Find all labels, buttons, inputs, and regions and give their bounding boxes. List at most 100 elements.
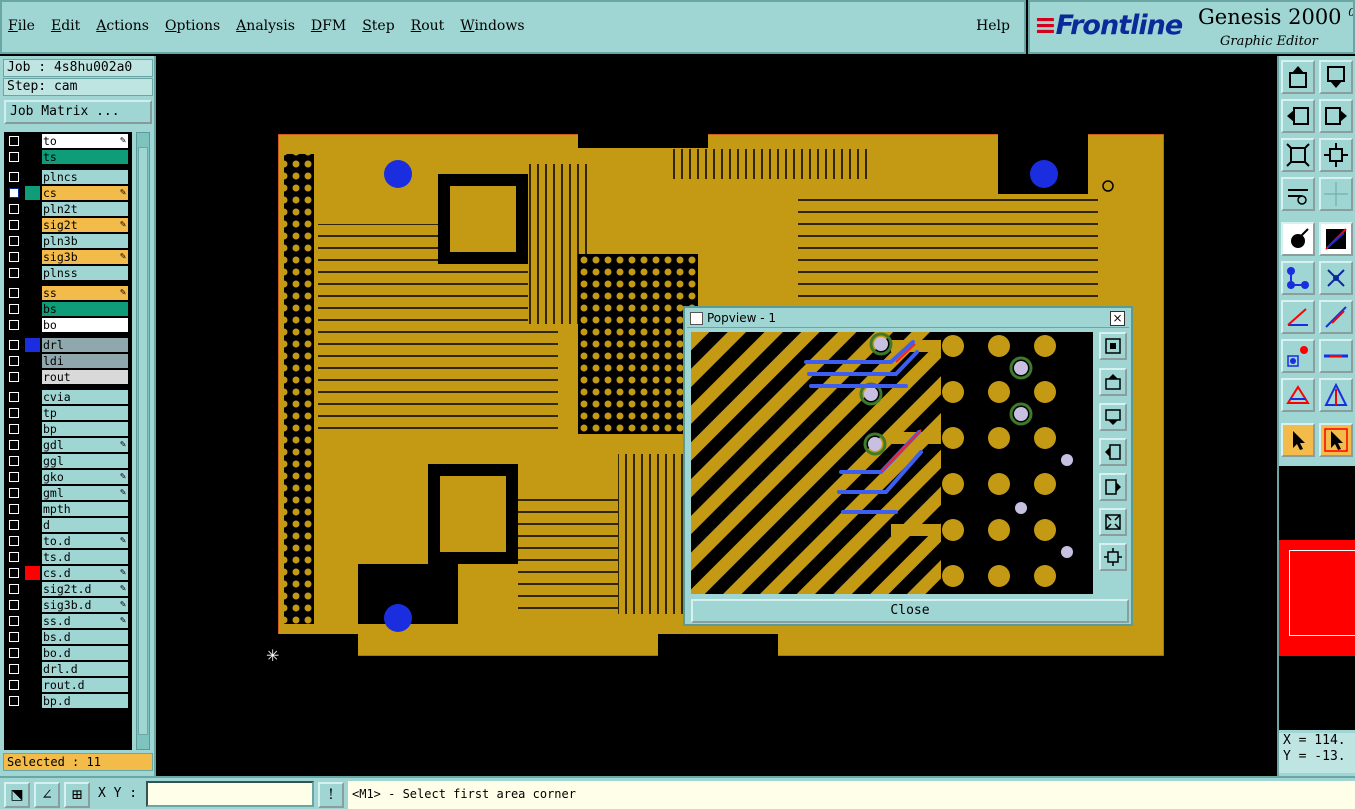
layer-row-to[interactable]: to ✎ [6,134,128,148]
layer-checkbox[interactable] [9,304,19,314]
popview-pan-up-button[interactable] [1099,368,1127,396]
popview-titlebar[interactable]: Popview - 1 × [687,310,1129,328]
layer-checkbox[interactable] [9,664,19,674]
layer-row-bo.d[interactable]: bo.d [6,646,128,660]
layer-checkbox[interactable] [9,288,19,298]
menu-help[interactable]: Help [976,18,1010,34]
layer-row-mpth[interactable]: mpth [6,502,128,516]
arrow-measure-icon[interactable] [1319,378,1353,412]
menu-options[interactable]: Options [165,18,220,34]
layer-row-sig2t[interactable]: sig2t ✎ [6,218,128,232]
menu-step[interactable]: Step [362,18,394,34]
layer-checkbox[interactable] [9,616,19,626]
horizontal-measure-icon[interactable] [1319,339,1353,373]
layer-checkbox[interactable] [9,424,19,434]
layer-row-sig2t.d[interactable]: sig2t.d ✎ [6,582,128,596]
net-connect-icon[interactable] [1281,261,1315,295]
snap-mode-icon[interactable]: ⬔ [4,782,30,808]
grid-icon[interactable] [1319,177,1353,211]
layer-row-cs[interactable]: cs ✎ [6,186,128,200]
select-pointer-alt-icon[interactable] [1319,423,1353,457]
layer-list-scrollbar[interactable] [136,132,150,750]
layer-row-bp[interactable]: bp [6,422,128,436]
mini-overview[interactable] [1279,466,1355,730]
layer-row-drl[interactable]: drl [6,338,128,352]
menu-rout[interactable]: Rout [411,18,445,34]
layer-checkbox[interactable] [9,268,19,278]
popview-zoom-out-button[interactable] [1099,543,1127,571]
layer-checkbox[interactable] [9,536,19,546]
cross-delete-icon[interactable] [1319,261,1353,295]
zoom-center-icon[interactable] [1319,138,1353,172]
layer-checkbox[interactable] [9,568,19,578]
layer-checkbox[interactable] [9,488,19,498]
layer-row-tp[interactable]: tp [6,406,128,420]
popview-pan-down-button[interactable] [1099,403,1127,431]
snap-settings-icon[interactable] [1281,177,1315,211]
layer-checkbox[interactable] [9,252,19,262]
layer-checkbox[interactable] [9,408,19,418]
layer-row-to.d[interactable]: to.d ✎ [6,534,128,548]
layer-row-drl.d[interactable]: drl.d [6,662,128,676]
layer-checkbox[interactable] [9,372,19,382]
layer-row-plncs[interactable]: plncs [6,170,128,184]
highlight-mode-icon[interactable] [1319,222,1353,256]
layer-checkbox[interactable] [9,552,19,562]
alert-icon[interactable]: ! [318,782,344,808]
layer-row-plnss[interactable]: plnss [6,266,128,280]
popview-pan-left-button[interactable] [1099,438,1127,466]
layer-row-gml[interactable]: gml ✎ [6,486,128,500]
layer-checkbox[interactable] [9,600,19,610]
layer-row-d[interactable]: d [6,518,128,532]
layer-row-ss[interactable]: ss ✎ [6,286,128,300]
scrollbar-thumb[interactable] [138,147,148,735]
layer-checkbox[interactable] [9,456,19,466]
pan-down-icon[interactable] [1319,60,1353,94]
layer-row-bs.d[interactable]: bs.d [6,630,128,644]
layer-row-gko[interactable]: gko ✎ [6,470,128,484]
pan-up-icon[interactable] [1281,60,1315,94]
layer-checkbox[interactable] [9,220,19,230]
layer-checkbox[interactable] [9,504,19,514]
layer-row-ggl[interactable]: ggl [6,454,128,468]
layer-row-cvia[interactable]: cvia [6,390,128,404]
layer-row-gdl[interactable]: gdl ✎ [6,438,128,452]
menu-file[interactable]: File [8,18,35,34]
layer-checkbox[interactable] [9,152,19,162]
popview-zoom-in-button[interactable] [1099,508,1127,536]
job-matrix-button[interactable]: Job Matrix ... [4,100,152,124]
xy-input[interactable] [146,781,314,807]
layer-row-pln3b[interactable]: pln3b [6,234,128,248]
menu-actions[interactable]: Actions [96,18,149,34]
layer-checkbox[interactable] [9,340,19,350]
zoom-fit-icon[interactable] [1281,138,1315,172]
popview-pan-right-button[interactable] [1099,473,1127,501]
layer-row-ts[interactable]: ts [6,150,128,164]
popview-close-button[interactable]: Close [691,599,1129,623]
window-menu-icon[interactable] [690,312,703,325]
layer-checkbox[interactable] [9,172,19,182]
measure-line-icon[interactable] [1319,300,1353,334]
layer-checkbox[interactable] [9,680,19,690]
select-pointer-icon[interactable] [1281,423,1315,457]
layer-row-ts.d[interactable]: ts.d [6,550,128,564]
layer-checkbox[interactable] [9,472,19,482]
layer-checkbox[interactable] [9,696,19,706]
layer-checkbox[interactable] [9,648,19,658]
layer-checkbox[interactable] [9,584,19,594]
layer-row-sig3b[interactable]: sig3b ✎ [6,250,128,264]
layer-checkbox[interactable] [9,520,19,530]
layer-row-rout.d[interactable]: rout.d [6,678,128,692]
layer-row-bp.d[interactable]: bp.d [6,694,128,708]
layer-checkbox[interactable] [9,204,19,214]
pan-right-icon[interactable] [1319,99,1353,133]
layer-checkbox[interactable] [9,320,19,330]
layer-checkbox[interactable] [9,440,19,450]
layer-row-ss.d[interactable]: ss.d ✎ [6,614,128,628]
measure-angle-icon[interactable] [1281,300,1315,334]
layer-checkbox[interactable] [9,188,19,198]
layer-checkbox[interactable] [9,356,19,366]
layer-row-rout[interactable]: rout [6,370,128,384]
triangle-measure-icon[interactable] [1281,378,1315,412]
layer-row-sig3b.d[interactable]: sig3b.d ✎ [6,598,128,612]
